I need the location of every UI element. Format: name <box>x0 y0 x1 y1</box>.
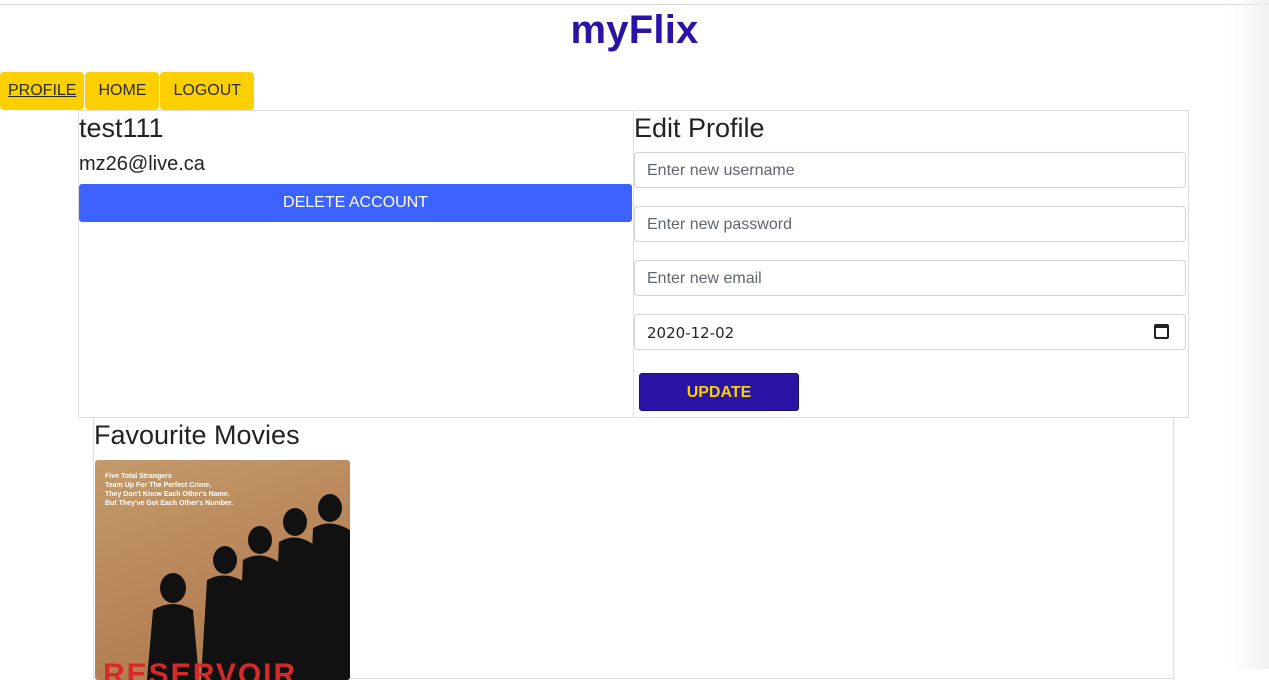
new-email-input[interactable]: Enter new email <box>634 260 1186 296</box>
main-nav: PROFILE HOME LOGOUT <box>0 72 255 110</box>
new-username-input[interactable]: Enter new username <box>634 152 1186 188</box>
new-password-input[interactable]: Enter new password <box>634 206 1186 242</box>
nav-home-button[interactable]: HOME <box>85 72 160 110</box>
user-email: mz26@live.ca <box>79 153 205 175</box>
delete-account-button[interactable]: DELETE ACCOUNT <box>79 184 632 222</box>
profile-panel: test111 mz26@live.ca DELETE ACCOUNT Edit… <box>78 110 1189 418</box>
top-divider <box>0 4 1269 5</box>
poster-silhouettes <box>147 494 350 680</box>
birthday-value: 2020-12-02 <box>647 324 735 342</box>
window-edge-shadow <box>1229 0 1269 669</box>
favourite-movies-section: Favourite Movies Five Total Strangers Te… <box>93 417 1174 680</box>
birthday-date-input[interactable]: 2020-12-02 <box>634 314 1186 350</box>
favourite-movies-heading: Favourite Movies <box>94 420 300 450</box>
edit-profile-form: Edit Profile Enter new username Enter ne… <box>634 111 1188 417</box>
movie-poster[interactable]: Five Total Strangers Team Up For The Per… <box>95 460 350 680</box>
nav-logout-button[interactable]: LOGOUT <box>160 72 255 110</box>
nav-profile-button[interactable]: PROFILE <box>0 72 85 110</box>
username-heading: test111 <box>79 113 164 143</box>
brand-title: myFlix <box>570 8 699 52</box>
user-info-column: test111 mz26@live.ca DELETE ACCOUNT <box>79 111 634 417</box>
edit-profile-heading: Edit Profile <box>634 113 765 143</box>
update-button[interactable]: UPDATE <box>639 373 799 411</box>
calendar-icon[interactable] <box>1154 324 1169 339</box>
poster-title: RESERVOIR <box>103 658 298 680</box>
